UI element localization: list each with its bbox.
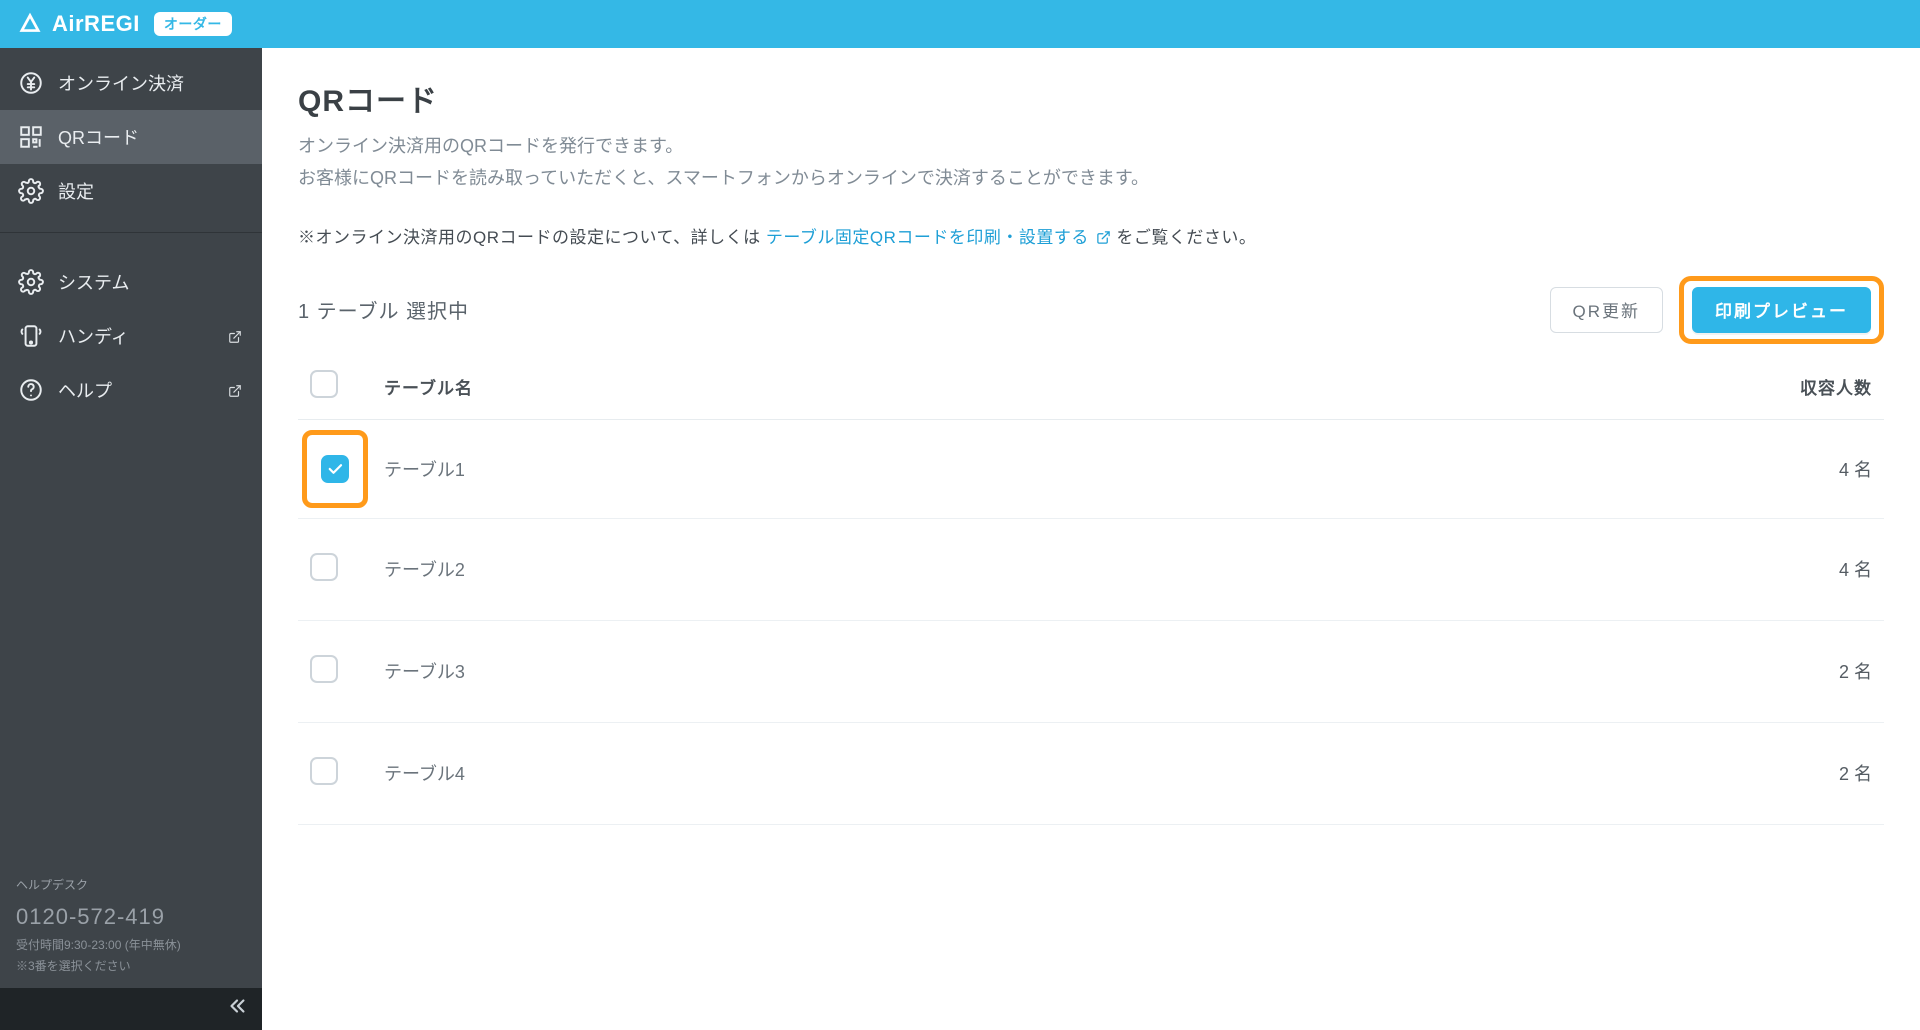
- row-capacity: 4 名: [1744, 419, 1884, 518]
- app-header: AirREGI オーダー: [0, 0, 1920, 48]
- table-toolbar: 1 テーブル 選択中 QR更新 印刷プレビュー: [298, 276, 1884, 344]
- sidebar-separator: [0, 232, 262, 233]
- helpdesk-hours: 受付時間9:30-23:00 (年中無休): [16, 935, 246, 955]
- gear-icon: [18, 178, 44, 204]
- gear-icon: [18, 269, 44, 295]
- external-link-icon: [228, 382, 244, 398]
- logo-mark-icon: [16, 10, 44, 38]
- helpdesk-title: ヘルプデスク: [16, 875, 246, 895]
- external-link-icon: [228, 328, 244, 344]
- col-header-capacity: 収容人数: [1744, 354, 1884, 420]
- page-description: オンライン決済用のQRコードを発行できます。 お客様にQRコードを読み取っていた…: [298, 130, 1884, 195]
- sidebar-item-label: ヘルプ: [58, 377, 112, 403]
- sidebar-item-handy[interactable]: ハンディ: [0, 309, 262, 363]
- table-row: テーブル14 名: [298, 419, 1884, 518]
- helpdesk-note: ※3番を選択ください: [16, 956, 246, 976]
- sidebar-item-label: ハンディ: [58, 323, 129, 349]
- sidebar-item-qr-code[interactable]: QRコード: [0, 110, 262, 164]
- row-checkbox[interactable]: [310, 655, 338, 683]
- brand-logo: AirREGI オーダー: [16, 10, 232, 38]
- row-capacity: 4 名: [1744, 518, 1884, 620]
- sidebar-item-settings[interactable]: 設定: [0, 164, 262, 218]
- sidebar-item-online-payment[interactable]: オンライン決済: [0, 56, 262, 110]
- external-link-icon: [1096, 230, 1111, 250]
- device-icon: [18, 323, 44, 349]
- table-row: テーブル32 名: [298, 620, 1884, 722]
- table-row: テーブル24 名: [298, 518, 1884, 620]
- row-table-name: テーブル3: [372, 620, 1744, 722]
- qr-icon: [18, 124, 44, 150]
- row-table-name: テーブル4: [372, 722, 1744, 824]
- sidebar: オンライン決済 QRコード設定 システムハンディヘルプ ヘルプデスク 0120-5…: [0, 48, 262, 1030]
- sidebar-item-label: システム: [58, 269, 129, 295]
- select-all-cell: [298, 354, 372, 420]
- helpdesk-phone: 0120-572-419: [16, 898, 246, 935]
- select-all-checkbox[interactable]: [310, 370, 338, 398]
- sidebar-item-label: QRコード: [58, 124, 139, 150]
- sidebar-item-label: 設定: [58, 178, 94, 204]
- selection-count: 1 テーブル 選択中: [298, 295, 469, 324]
- row-checkbox-highlight: [302, 430, 368, 508]
- table-row: テーブル42 名: [298, 722, 1884, 824]
- row-capacity: 2 名: [1744, 722, 1884, 824]
- sidebar-item-label: オンライン決済: [58, 70, 184, 96]
- helpdesk-block: ヘルプデスク 0120-572-419 受付時間9:30-23:00 (年中無休…: [0, 861, 262, 988]
- page-title: QRコード: [298, 76, 1884, 120]
- yen-orb-icon: [18, 70, 44, 96]
- sidebar-item-system[interactable]: システム: [0, 255, 262, 309]
- row-table-name: テーブル2: [372, 518, 1744, 620]
- order-badge: オーダー: [154, 12, 232, 36]
- row-checkbox[interactable]: [310, 553, 338, 581]
- help-icon: [18, 377, 44, 403]
- info-note: ※オンライン決済用のQRコードの設定について、詳しくは テーブル固定QRコードを…: [298, 223, 1884, 250]
- print-preview-highlight: 印刷プレビュー: [1679, 276, 1884, 344]
- row-capacity: 2 名: [1744, 620, 1884, 722]
- chevron-double-left-icon: [226, 995, 248, 1023]
- sidebar-collapse-button[interactable]: [0, 988, 262, 1030]
- row-table-name: テーブル1: [372, 419, 1744, 518]
- main-content: QRコード オンライン決済用のQRコードを発行できます。 お客様にQRコードを読…: [262, 48, 1920, 1030]
- sidebar-item-help[interactable]: ヘルプ: [0, 363, 262, 417]
- qr-setup-help-link[interactable]: テーブル固定QRコードを印刷・設置する: [766, 228, 1116, 247]
- qr-refresh-button[interactable]: QR更新: [1550, 287, 1664, 333]
- brand-name: AirREGI: [52, 11, 140, 37]
- col-header-name: テーブル名: [372, 354, 1744, 420]
- row-checkbox[interactable]: [321, 455, 349, 483]
- row-checkbox[interactable]: [310, 757, 338, 785]
- tables-table: テーブル名 収容人数 テーブル14 名テーブル24 名テーブル32 名テーブル4…: [298, 354, 1884, 825]
- print-preview-button[interactable]: 印刷プレビュー: [1692, 287, 1871, 333]
